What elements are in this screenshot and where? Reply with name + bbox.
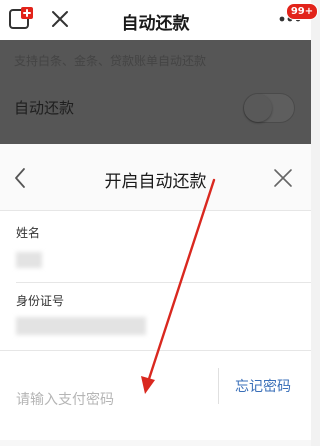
id-number-value-redacted	[16, 317, 146, 335]
notification-badge: 99+	[286, 3, 318, 20]
name-value-redacted	[16, 252, 42, 268]
auto-repay-description: 支持白条、金条、贷款账单自动还款	[14, 54, 207, 68]
page-title: 自动还款	[121, 14, 190, 34]
close-icon[interactable]	[272, 167, 294, 189]
sheet-title: 开启自动还款	[104, 172, 207, 192]
bottom-area	[0, 440, 311, 446]
forgot-password-link[interactable]: 忘记密码	[235, 376, 291, 396]
vertical-separator	[218, 368, 219, 404]
divider	[0, 210, 311, 211]
auto-repay-label: 自动还款	[14, 99, 75, 117]
divider	[16, 282, 311, 283]
payment-password-input[interactable]	[16, 388, 206, 412]
id-number-label: 身份证号	[16, 294, 65, 308]
toggle-knob	[244, 94, 272, 122]
divider	[0, 350, 311, 351]
name-label: 姓名	[16, 226, 41, 240]
